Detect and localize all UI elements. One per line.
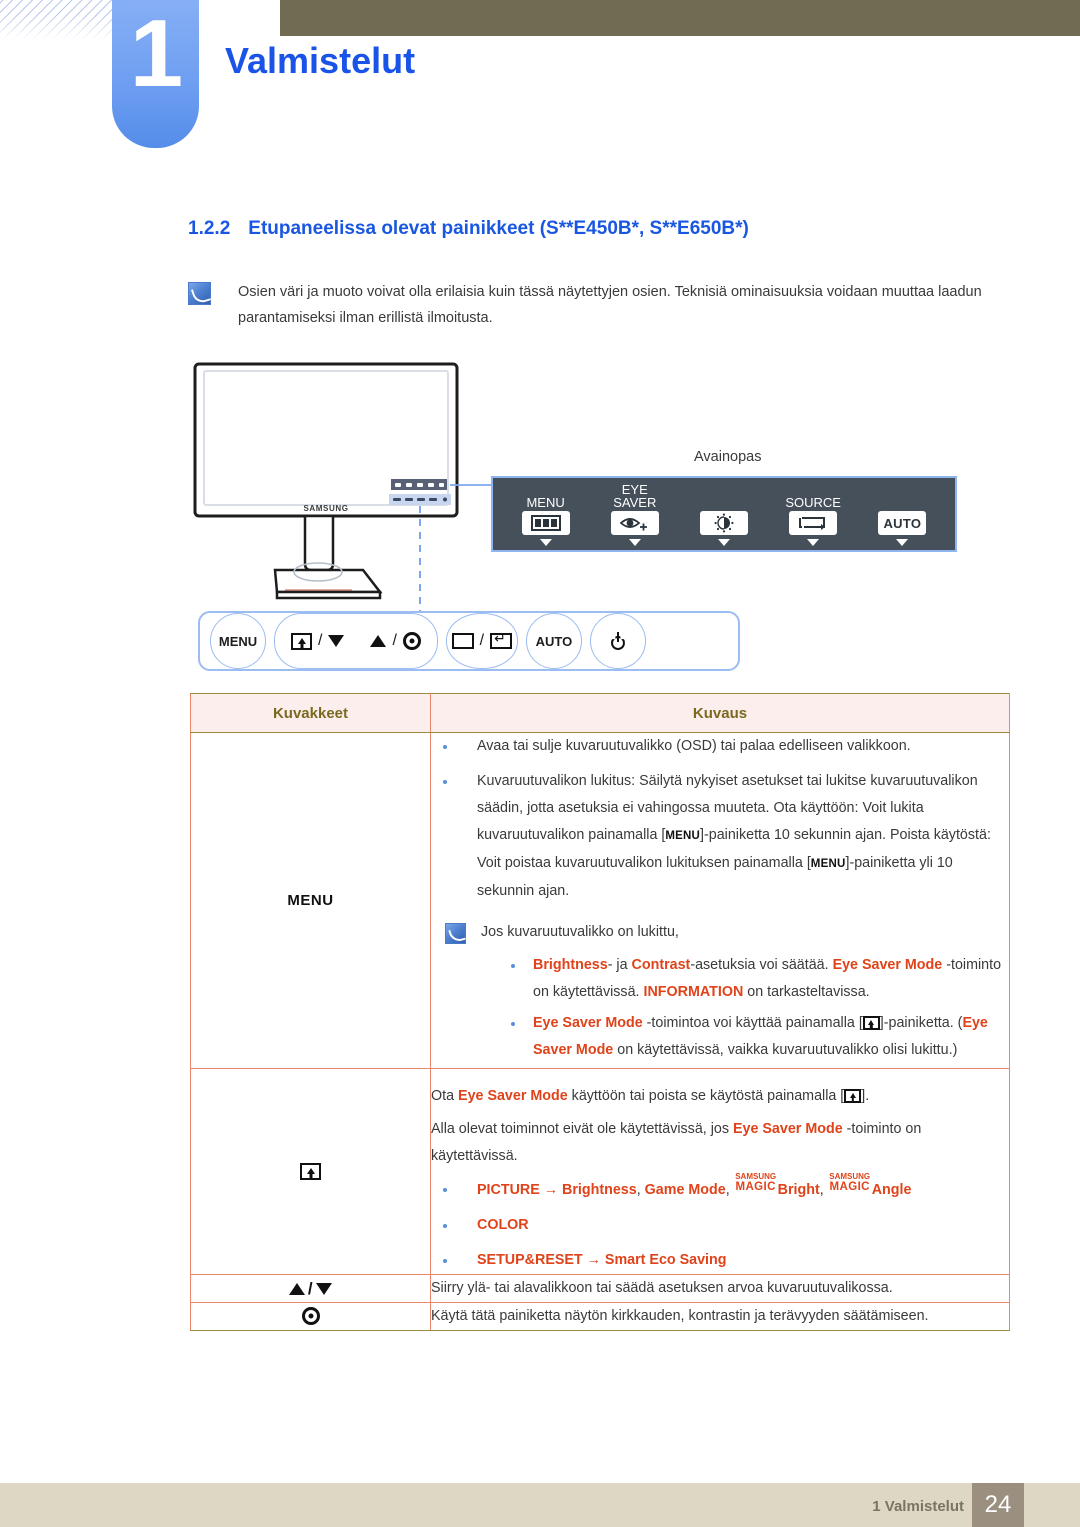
keyguide-arrow-icon: [628, 539, 641, 546]
front-button-source-return[interactable]: /: [445, 613, 518, 669]
row-icon-updown: /: [190, 1274, 431, 1303]
magic-bright-logo: SAMSUNG MAGIC: [735, 1172, 777, 1193]
note-icon: [188, 282, 211, 305]
menu-bars-icon: [521, 511, 570, 535]
section-title: Etupaneelissa olevat painikkeet (S**E450…: [248, 218, 749, 239]
menu-key-glyph: MENU: [665, 830, 701, 842]
keyguide-item-eye-saver[interactable]: EYE SAVER: [594, 483, 676, 546]
keyguide-item-auto[interactable]: AUTO: [861, 483, 943, 546]
auto-icon: AUTO: [878, 511, 927, 535]
boxarrow-up-icon: [300, 1162, 321, 1180]
section-number: 1.2.2: [188, 218, 231, 239]
row-icon-target: [190, 1302, 431, 1331]
svg-text:SAMSUNG: SAMSUNG: [303, 504, 348, 513]
list-item: Avaa tai sulje kuvaruutuvalikko (OSD) ta…: [431, 733, 1009, 760]
triangle-up-icon: [370, 635, 387, 647]
list-item: Kuvaruutuvalikon lukitus: Säilytä nykyis…: [431, 768, 1009, 905]
slash-separator: /: [307, 1278, 314, 1298]
row-description-target: Käytä tätä painiketta näytön kirkkauden,…: [430, 1302, 1010, 1331]
triangle-down-icon: [328, 635, 345, 647]
row-icon-eye-saver: [190, 1068, 431, 1275]
magic-angle-logo: SAMSUNG MAGIC: [829, 1172, 871, 1193]
table-row: MENU Avaa tai sulje kuvaruutuvalikko (OS…: [190, 732, 1010, 1069]
keyguide-arrow-icon: [896, 539, 909, 546]
inner-note-bullet-list: Brightness- ja Contrast-asetuksia voi sä…: [481, 952, 1009, 1064]
eye-plus-icon: [610, 511, 659, 535]
slash-separator: /: [392, 632, 397, 649]
note-icon: [445, 923, 466, 944]
target-dot-icon: [402, 632, 421, 650]
list-item: PICTURE → Brightness, Game Mode, SAMSUNG…: [431, 1172, 1009, 1204]
table-header-description: Kuvaus: [430, 693, 1010, 733]
eye-saver-para-1: Ota Eye Saver Mode käyttöön tai poista s…: [431, 1088, 870, 1104]
return-icon: [490, 630, 513, 649]
section-heading: 1.2.2 Etupaneelissa olevat painikkeet (S*…: [188, 218, 749, 240]
row-description-eye-saver: Ota Eye Saver Mode käyttöön tai poista s…: [430, 1068, 1010, 1275]
front-button-menu[interactable]: MENU: [210, 613, 266, 669]
brightness-icon: [699, 511, 748, 535]
front-button-up-target[interactable]: /: [370, 632, 421, 650]
front-button-eyesaver-down[interactable]: /: [291, 632, 345, 650]
eye-saver-para-2: Alla olevat toiminnot eivät ole käytettä…: [431, 1121, 922, 1164]
slash-separator: /: [318, 632, 323, 649]
top-note-text: Osien väri ja muoto voivat olla erilaisi…: [238, 284, 982, 326]
inner-note-osd-locked: Jos kuvaruutuvalikko on lukittu, Brightn…: [431, 919, 1009, 1064]
inner-note-intro: Jos kuvaruutuvalikko on lukittu,: [481, 924, 679, 940]
chapter-tab: 1: [112, 0, 199, 148]
footer-label: 1 Valmistelut: [872, 1498, 964, 1515]
header-hatch-decoration: [0, 0, 112, 40]
footer-page-number: 24: [972, 1483, 1024, 1527]
list-item: Eye Saver Mode -toimintoa voi käyttää pa…: [481, 1010, 1009, 1064]
table-row: / Siirry ylä- tai alavalikkoon tai säädä…: [190, 1274, 1010, 1303]
table-header-row: Kuvakkeet Kuvaus: [190, 693, 1010, 733]
target-dot-icon: [301, 1307, 320, 1325]
slash-separator: /: [479, 632, 485, 649]
list-item: COLOR: [431, 1212, 1009, 1239]
top-note: Osien väri ja muoto voivat olla erilaisi…: [188, 279, 988, 331]
table-header-icons: Kuvakkeet: [190, 693, 431, 733]
source-box-icon: [451, 633, 474, 649]
eye-saver-bullet-list: PICTURE → Brightness, Game Mode, SAMSUNG…: [431, 1172, 1009, 1274]
chapter-title: Valmistelut: [225, 40, 416, 81]
front-button-power[interactable]: [589, 613, 646, 669]
boxarrow-up-icon: [862, 1016, 880, 1030]
menu-key-glyph: MENU: [810, 858, 846, 870]
triangle-up-icon: [288, 1282, 305, 1295]
table-row: Ota Eye Saver Mode käyttöön tai poista s…: [190, 1068, 1010, 1275]
keyguide-arrow-icon: [807, 539, 820, 546]
front-button-strip: MENU / / / AUTO: [198, 611, 740, 671]
power-icon: [610, 632, 626, 650]
keyguide-panel: MENU EYE SAVER SOURCE AUTO: [491, 476, 957, 552]
chapter-number: 1: [129, 0, 183, 107]
keyguide-item-source[interactable]: SOURCE: [772, 483, 854, 546]
list-item: Brightness- ja Contrast-asetuksia voi sä…: [481, 952, 1009, 1006]
header-band: [280, 0, 1080, 36]
source-loop-icon: [789, 511, 838, 535]
row-description-menu: Avaa tai sulje kuvaruutuvalikko (OSD) ta…: [430, 732, 1010, 1069]
table-row: Käytä tätä painiketta näytön kirkkauden,…: [190, 1302, 1010, 1331]
keyguide-caption-menu: MENU: [526, 494, 565, 510]
keyguide-label: Avainopas: [694, 449, 762, 465]
keyguide-arrow-icon: [717, 539, 730, 546]
menu-bullet-list: Avaa tai sulje kuvaruutuvalikko (OSD) ta…: [431, 733, 1009, 905]
keyguide-item-menu[interactable]: MENU: [505, 483, 587, 546]
keyguide-caption-eye-saver: EYE SAVER: [613, 482, 657, 510]
row-icon-menu: MENU: [190, 732, 431, 1069]
boxarrow-up-icon: [291, 632, 312, 650]
row-description-updown: Siirry ylä- tai alavalikkoon tai säädä a…: [430, 1274, 1010, 1303]
boxarrow-up-icon: [844, 1089, 862, 1103]
updown-arrows-icon: /: [191, 1279, 430, 1299]
triangle-down-icon: [316, 1282, 333, 1295]
front-button-nav-group[interactable]: / /: [274, 613, 438, 669]
list-item: SETUP&RESET → Smart Eco Saving: [431, 1247, 1009, 1274]
keyguide-item-brightness[interactable]: [683, 483, 765, 546]
front-button-auto[interactable]: AUTO: [525, 613, 582, 669]
keyguide-arrow-icon: [539, 539, 552, 546]
button-description-table: Kuvakkeet Kuvaus MENU Avaa tai sulje kuv…: [190, 693, 1010, 1331]
keyguide-caption-source: SOURCE: [785, 494, 841, 510]
